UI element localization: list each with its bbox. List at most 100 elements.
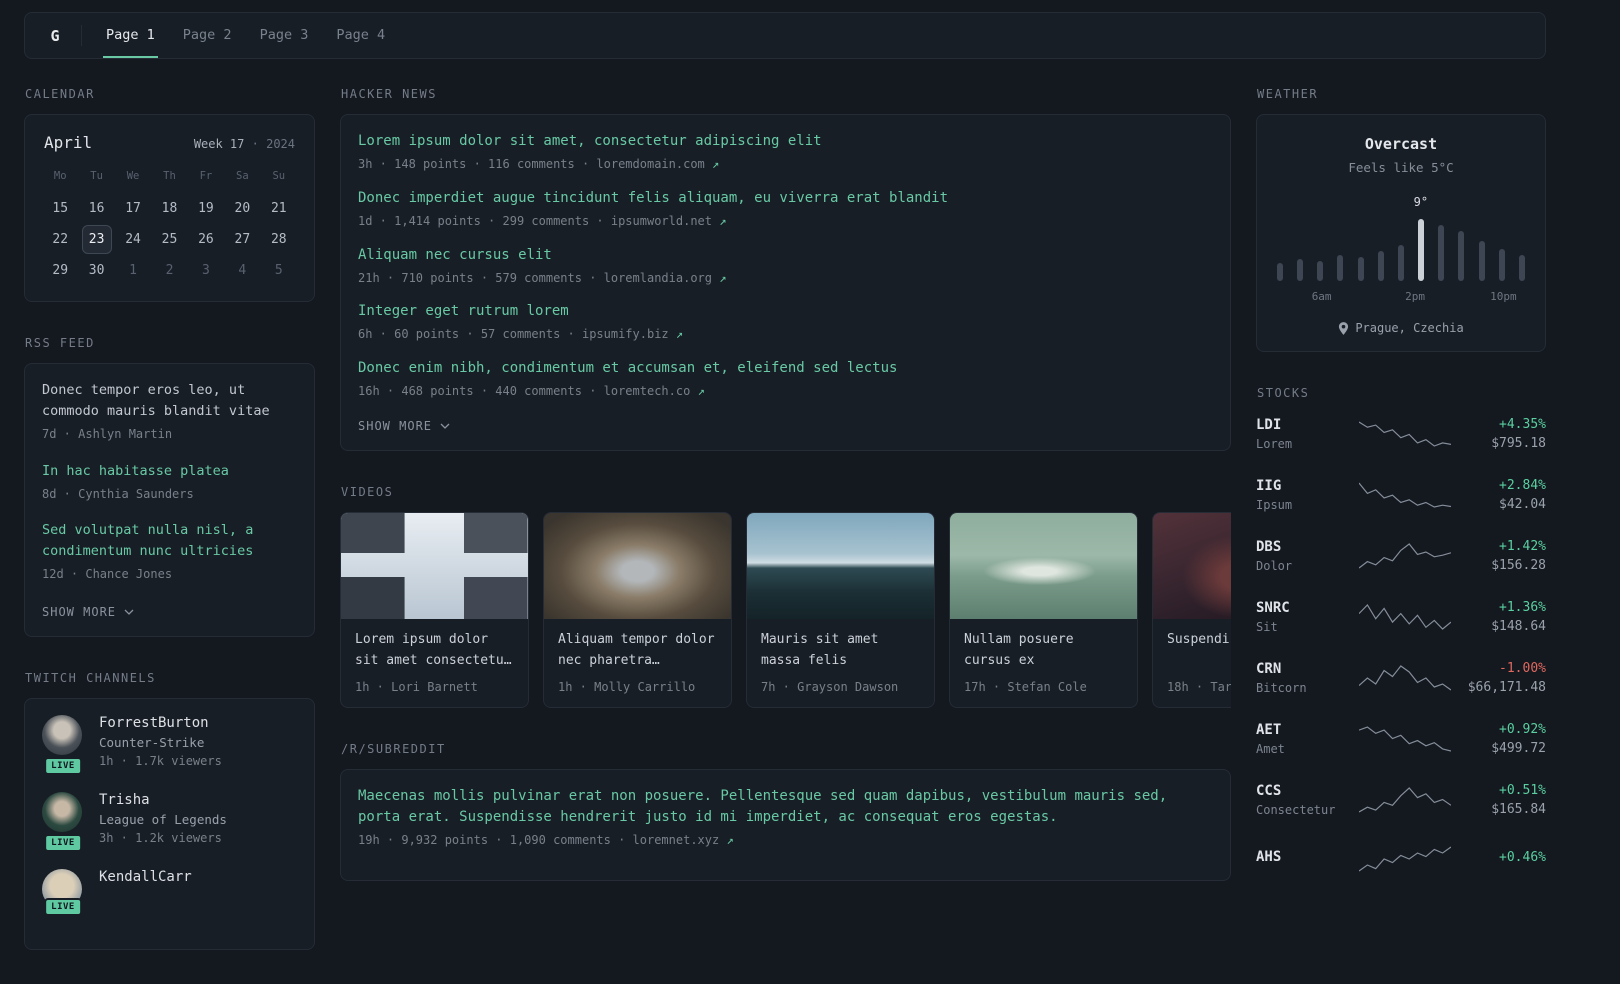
tab-page-4[interactable]: Page 4	[333, 13, 388, 58]
rss-item-title[interactable]: Sed volutpat nulla nisl, a condimentum n…	[42, 520, 297, 562]
twitch-channel[interactable]: LIVE KendallCarr	[42, 869, 297, 916]
twitch-channel[interactable]: LIVE Trisha League of Legends 3h · 1.2k …	[42, 792, 297, 852]
video-meta: 1h · Lori Barnett	[355, 679, 478, 694]
video-card[interactable]: Nullam posuere cursus ex 17h · Stefan Co…	[949, 511, 1138, 708]
stock-row[interactable]: CRN Bitcorn -1.00% $66,171.48	[1256, 661, 1546, 695]
twitch-section-title: TWITCH CHANNELS	[25, 671, 156, 685]
hackernews-show-more-button[interactable]: SHOW MORE	[358, 419, 450, 433]
subreddit-widget: /R/SUBREDDIT Maecenas mollis pulvinar er…	[340, 742, 1231, 881]
meta-text: 6h · 60 points · 57 comments · ipsumify.…	[358, 327, 669, 342]
video-card[interactable]: Suspendisse diam 18h · Tara	[1152, 511, 1231, 708]
stock-price: $66,171.48	[1467, 680, 1546, 695]
video-body: Nullam posuere cursus ex 17h · Stefan Co…	[950, 619, 1137, 707]
stock-symbol: SNRC	[1256, 600, 1290, 616]
calendar-dow: Tu	[90, 170, 103, 182]
external-link-icon[interactable]: ↗	[726, 833, 733, 847]
weather-widget: WEATHER Overcast Feels like 5°C 9° 6am 2…	[1256, 87, 1546, 352]
stock-change: +1.42%	[1499, 539, 1546, 554]
video-meta: 17h · Stefan Cole	[964, 679, 1087, 694]
stock-sparkline	[1352, 419, 1458, 449]
stock-info: CCS Consectetur	[1256, 783, 1352, 817]
video-card[interactable]: Aliquam tempor dolor nec pharetra… 1h · …	[543, 511, 732, 708]
subreddit-item-title[interactable]: Maecenas mollis pulvinar erat non posuer…	[358, 786, 1213, 828]
hackernews-item-title[interactable]: Integer eget rutrum lorem	[358, 301, 1213, 322]
calendar-section-title: CALENDAR	[25, 87, 95, 101]
meta-text: 1d · 1,414 points · 299 comments · ipsum…	[358, 213, 713, 228]
stock-row[interactable]: IIG Ipsum +2.84% $42.04	[1256, 478, 1546, 512]
weather-bar	[1337, 255, 1344, 281]
calendar-day: 28	[270, 232, 287, 247]
stock-row[interactable]: DBS Dolor +1.42% $156.28	[1256, 539, 1546, 573]
videos-row: Lorem ipsum dolor sit amet consectetu… 1…	[340, 511, 1231, 708]
stock-sparkline	[1352, 480, 1458, 510]
chevron-down-icon	[124, 609, 134, 615]
stock-change: -1.00%	[1499, 661, 1546, 676]
meta-text: 19h · 9,932 points · 1,090 comments · lo…	[358, 832, 720, 847]
hackernews-section-title: HACKER NEWS	[341, 87, 437, 101]
dot-separator: ·	[251, 137, 259, 151]
video-card[interactable]: Lorem ipsum dolor sit amet consectetu… 1…	[340, 511, 529, 708]
hackernews-item-title[interactable]: Donec imperdiet augue tincidunt felis al…	[358, 188, 1213, 209]
weather-bar	[1377, 251, 1384, 281]
subreddit-card: Maecenas mollis pulvinar erat non posuer…	[340, 768, 1231, 881]
tab-page-1[interactable]: Page 1	[103, 13, 158, 58]
hackernews-item: Integer eget rutrum lorem 6h · 60 points…	[358, 301, 1213, 343]
channel-category: Counter-Strike	[99, 735, 205, 750]
subreddit-item-meta: 19h · 9,932 points · 1,090 comments · lo…	[358, 832, 1213, 849]
channel-info: KendallCarr	[99, 869, 192, 909]
channel-meta: 3h · 1.2k viewers	[99, 831, 222, 845]
calendar-dow: We	[126, 170, 140, 182]
external-link-icon[interactable]: ↗	[719, 214, 726, 228]
twitch-channel[interactable]: LIVE ForrestBurton Counter-Strike 1h · 1…	[42, 715, 297, 775]
hackernews-item: Aliquam nec cursus elit 21h · 710 points…	[358, 245, 1213, 287]
rss-section-title: RSS FEED	[25, 336, 95, 350]
calendar-day-next-month: 4	[238, 263, 247, 278]
hackernews-item-title[interactable]: Donec enim nibh, condimentum et accumsan…	[358, 358, 1213, 379]
calendar-day: 15	[52, 201, 69, 216]
video-card[interactable]: Mauris sit amet massa felis 7h · Grayson…	[746, 511, 935, 708]
stock-row[interactable]: LDI Lorem +4.35% $795.18	[1256, 417, 1546, 451]
tab-page-2[interactable]: Page 2	[180, 13, 235, 58]
rss-show-more-button[interactable]: SHOW MORE	[42, 605, 134, 619]
external-link-icon[interactable]: ↗	[719, 271, 726, 285]
weather-condition: Overcast	[1364, 135, 1438, 153]
stock-row[interactable]: AET Amet +0.92% $499.72	[1256, 722, 1546, 756]
external-link-icon[interactable]: ↗	[676, 327, 683, 341]
calendar-day: 21	[270, 201, 287, 216]
hackernews-item-title[interactable]: Lorem ipsum dolor sit amet, consectetur …	[358, 131, 1213, 152]
calendar-day: 29	[52, 263, 69, 278]
stock-change: +0.92%	[1499, 722, 1546, 737]
weather-current-temp: 9°	[1413, 195, 1429, 209]
avatar-wrap: LIVE	[42, 869, 84, 916]
external-link-icon[interactable]: ↗	[712, 157, 719, 171]
calendar-day-next-month: 1	[129, 263, 137, 278]
hackernews-item: Donec enim nibh, condimentum et accumsan…	[358, 358, 1213, 400]
hackernews-item-meta: 21h · 710 points · 579 comments · loreml…	[358, 270, 1213, 287]
weather-feels-like: Feels like 5°C	[1348, 160, 1454, 175]
tab-page-3[interactable]: Page 3	[257, 13, 312, 58]
stock-change: +4.35%	[1499, 417, 1546, 432]
rss-item-title[interactable]: In hac habitasse platea	[42, 461, 297, 482]
video-thumbnail	[1153, 512, 1231, 619]
video-thumbnail	[747, 512, 934, 619]
stock-row[interactable]: CCS Consectetur +0.51% $165.84	[1256, 783, 1546, 817]
stock-name: Lorem	[1256, 437, 1293, 451]
right-column: WEATHER Overcast Feels like 5°C 9° 6am 2…	[1256, 87, 1546, 908]
rss-item-title[interactable]: Donec tempor eros leo, ut commodo mauris…	[42, 380, 297, 422]
external-link-icon[interactable]: ↗	[698, 384, 705, 398]
stock-row[interactable]: AHS +0.46%	[1256, 844, 1546, 874]
hackernews-item-title[interactable]: Aliquam nec cursus elit	[358, 245, 1213, 266]
calendar-day: 22	[52, 232, 69, 247]
stock-values: -1.00% $66,171.48	[1458, 661, 1546, 695]
live-badge: LIVE	[44, 898, 82, 916]
avatar	[42, 715, 82, 755]
calendar-day: 20	[234, 201, 251, 216]
app-logo[interactable]: G	[29, 13, 81, 58]
stock-name: Sit	[1256, 620, 1278, 634]
stock-sparkline	[1352, 844, 1458, 874]
calendar-day-selected: 23	[81, 225, 112, 254]
stock-values: +1.42% $156.28	[1458, 539, 1546, 573]
stock-row[interactable]: SNRC Sit +1.36% $148.64	[1256, 600, 1546, 634]
calendar-dow: Fr	[199, 170, 213, 182]
stocks-list: LDI Lorem +4.35% $795.18 IIG Ipsum +2.84…	[1256, 413, 1546, 874]
